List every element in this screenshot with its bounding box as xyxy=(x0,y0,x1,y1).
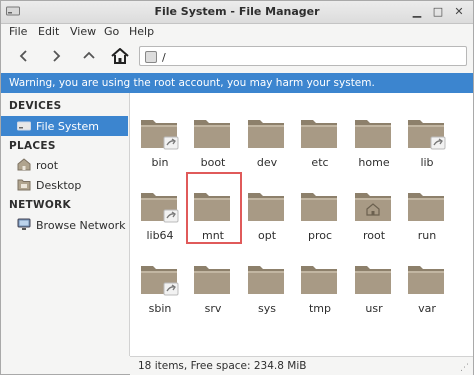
path-input[interactable] xyxy=(160,48,464,66)
folder-etc[interactable]: etc xyxy=(293,106,347,170)
location-bar[interactable] xyxy=(139,46,467,66)
folder-icon xyxy=(355,193,391,221)
folder-label: var xyxy=(418,302,436,315)
network-heading: NETWORK xyxy=(9,199,71,211)
file-grid: bin boot dev etc home lib lib64 mnt opt proc root r… xyxy=(130,93,473,356)
folder-var[interactable]: var xyxy=(400,252,454,316)
sidebar-item-browse-network[interactable]: Browse Network xyxy=(1,215,128,235)
sidebar-item-label: Desktop xyxy=(36,179,82,192)
network-icon xyxy=(17,218,31,230)
root-warning-bar: Warning, you are using the root account,… xyxy=(1,73,473,93)
folder-icon xyxy=(301,120,337,148)
title-bar: File System - File Manager ▁ □ ✕ xyxy=(1,1,473,24)
back-button[interactable] xyxy=(13,45,35,67)
sidebar-item-file-system[interactable]: File System xyxy=(1,116,128,136)
folder-icon xyxy=(248,193,284,221)
warning-text: Warning, you are using the root account,… xyxy=(9,77,375,89)
sidebar-item-root[interactable]: root xyxy=(1,155,128,175)
folder-tmp[interactable]: tmp xyxy=(293,252,347,316)
folder-srv[interactable]: srv xyxy=(186,252,240,316)
status-text: 18 items, Free space: 234.8 MiB xyxy=(138,360,307,372)
selection-highlight xyxy=(186,172,242,244)
resize-grip-icon[interactable]: ⋰ xyxy=(460,363,470,373)
folder-dev[interactable]: dev xyxy=(240,106,294,170)
folder-label: tmp xyxy=(308,302,331,315)
status-bar: 18 items, Free space: 234.8 MiB ⋰ xyxy=(130,356,473,375)
folder-lib[interactable]: lib xyxy=(400,106,454,170)
folder-label: opt xyxy=(257,229,277,242)
folder-opt[interactable]: opt xyxy=(240,179,294,243)
forward-button[interactable] xyxy=(45,45,67,67)
folder-icon xyxy=(301,266,337,294)
folder-label: bin xyxy=(151,156,169,169)
folder-label: etc xyxy=(311,156,329,169)
drive-icon xyxy=(145,51,157,63)
folder-label: srv xyxy=(204,302,222,315)
folder-run[interactable]: run xyxy=(400,179,454,243)
chevron-left-icon xyxy=(19,50,27,62)
folder-icon xyxy=(355,266,391,294)
folder-icon xyxy=(141,266,179,296)
folder-label: lib64 xyxy=(146,229,174,242)
folder-proc[interactable]: proc xyxy=(293,179,347,243)
folder-label: root xyxy=(362,229,386,242)
places-heading: PLACES xyxy=(9,140,56,152)
folder-icon xyxy=(408,193,444,221)
folder-icon xyxy=(141,120,179,150)
folder-bin[interactable]: bin xyxy=(133,106,187,170)
window-title: File System - File Manager xyxy=(154,5,320,18)
menu-view[interactable]: View xyxy=(70,25,96,38)
folder-sbin[interactable]: sbin xyxy=(133,252,187,316)
toolbar xyxy=(1,41,473,71)
folder-icon xyxy=(355,120,391,148)
menu-file[interactable]: File xyxy=(9,25,27,38)
sidebar-item-label: Browse Network xyxy=(36,219,126,232)
folder-label: dev xyxy=(256,156,278,169)
menu-help[interactable]: Help xyxy=(129,25,154,38)
sidebar-item-label: File System xyxy=(36,120,99,133)
up-button[interactable] xyxy=(78,45,100,67)
menu-bar: File Edit View Go Help xyxy=(1,23,473,41)
maximize-button[interactable]: □ xyxy=(431,5,445,19)
menu-go[interactable]: Go xyxy=(104,25,119,38)
home-folder-icon xyxy=(17,158,31,171)
home-icon xyxy=(111,48,129,64)
drive-icon xyxy=(17,121,31,131)
close-button[interactable]: ✕ xyxy=(452,5,466,19)
folder-home[interactable]: home xyxy=(347,106,401,170)
folder-icon xyxy=(194,266,230,294)
sidebar: DEVICES File System PLACES root Desktop … xyxy=(1,93,130,356)
folder-icon xyxy=(141,193,179,223)
chevron-up-icon xyxy=(83,51,95,59)
folder-label: proc xyxy=(307,229,333,242)
sidebar-item-label: root xyxy=(36,159,59,172)
folder-label: usr xyxy=(365,302,383,315)
folder-lib64[interactable]: lib64 xyxy=(133,179,187,243)
folder-sys[interactable]: sys xyxy=(240,252,294,316)
folder-label: boot xyxy=(200,156,226,169)
file-manager-window: File System - File Manager ▁ □ ✕ File Ed… xyxy=(0,0,474,375)
devices-heading: DEVICES xyxy=(9,100,62,112)
folder-icon xyxy=(194,120,230,148)
folder-icon xyxy=(248,266,284,294)
folder-label: home xyxy=(358,156,390,169)
folder-root[interactable]: root xyxy=(347,179,401,243)
menu-edit[interactable]: Edit xyxy=(38,25,59,38)
folder-label: sys xyxy=(258,302,276,315)
folder-icon xyxy=(408,120,446,150)
desktop-folder-icon xyxy=(17,179,31,191)
folder-label: sbin xyxy=(148,302,172,315)
sidebar-item-desktop[interactable]: Desktop xyxy=(1,175,128,195)
home-button[interactable] xyxy=(109,45,131,67)
folder-label: lib xyxy=(420,156,434,169)
minimize-button[interactable]: ▁ xyxy=(410,5,424,19)
folder-label: run xyxy=(417,229,437,242)
folder-icon xyxy=(301,193,337,221)
folder-icon xyxy=(408,266,444,294)
chevron-right-icon xyxy=(53,50,61,62)
folder-boot[interactable]: boot xyxy=(186,106,240,170)
folder-usr[interactable]: usr xyxy=(347,252,401,316)
folder-icon xyxy=(248,120,284,148)
